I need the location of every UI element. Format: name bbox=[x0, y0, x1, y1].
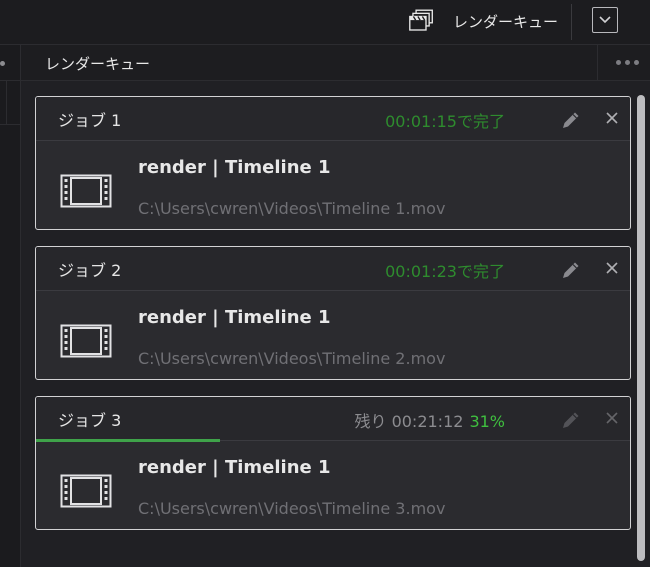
panel-title: レンダーキュー bbox=[45, 55, 151, 73]
job-title: render | Timeline 1 bbox=[138, 307, 331, 328]
job-header: ジョブ 3 残り 00:21:12 31% bbox=[36, 397, 630, 441]
panel-header-divider bbox=[597, 45, 598, 80]
job-output-path: C:\Users\cwren\Videos\Timeline 3.mov bbox=[138, 499, 446, 518]
left-panel-edge bbox=[0, 45, 21, 567]
job-status: 00:01:15で完了 bbox=[385, 112, 505, 131]
top-toolbar: レンダーキュー bbox=[0, 0, 650, 45]
render-queue-panel: レンダーキュー ジョブ 1 00:01:15で完了 render | Timel… bbox=[21, 45, 650, 567]
more-dots-icon bbox=[615, 59, 621, 65]
render-queue-window: レンダーキュー レンダーキュー ジョブ 1 00:01:15で完了 render… bbox=[0, 0, 650, 567]
job-header: ジョブ 2 00:01:23で完了 bbox=[36, 247, 630, 291]
job-output-path: C:\Users\cwren\Videos\Timeline 1.mov bbox=[138, 199, 446, 218]
panel-header: レンダーキュー bbox=[21, 45, 650, 81]
film-strip-icon bbox=[60, 324, 112, 358]
job-body: render | Timeline 1 C:\Users\cwren\Video… bbox=[36, 141, 630, 229]
job-body: render | Timeline 1 C:\Users\cwren\Video… bbox=[36, 441, 630, 529]
pencil-icon bbox=[563, 412, 579, 428]
render-queue-toolbar-label: レンダーキュー bbox=[452, 12, 558, 31]
render-job-card[interactable]: ジョブ 1 00:01:15で完了 render | Timeline 1 C:… bbox=[35, 96, 631, 230]
job-title: render | Timeline 1 bbox=[138, 457, 331, 478]
film-strip-icon bbox=[60, 174, 112, 208]
job-body: render | Timeline 1 C:\Users\cwren\Video… bbox=[36, 291, 630, 379]
job-name: ジョブ 3 bbox=[58, 411, 122, 430]
left-panel-options-dot[interactable] bbox=[0, 61, 5, 66]
left-panel-divider-2 bbox=[0, 124, 20, 125]
job-name: ジョブ 2 bbox=[58, 261, 122, 280]
chevron-down-icon bbox=[599, 16, 611, 24]
close-icon[interactable] bbox=[604, 260, 620, 276]
job-header: ジョブ 1 00:01:15で完了 bbox=[36, 97, 630, 141]
more-dots-icon bbox=[624, 59, 630, 65]
job-time-remaining: 残り 00:21:12 bbox=[354, 412, 464, 431]
left-panel-divider bbox=[0, 80, 20, 81]
toolbar-dropdown-button[interactable] bbox=[592, 7, 618, 33]
job-percent: 31% bbox=[469, 412, 505, 431]
more-dots-icon bbox=[633, 59, 639, 65]
render-job-card[interactable]: ジョブ 2 00:01:23で完了 render | Timeline 1 C:… bbox=[35, 246, 631, 380]
render-queue-toolbar-button[interactable]: レンダーキュー bbox=[408, 6, 558, 36]
film-strip-icon bbox=[60, 474, 112, 508]
render-job-card[interactable]: ジョブ 3 残り 00:21:12 31% render | Timeline … bbox=[35, 396, 631, 530]
vertical-scrollbar[interactable] bbox=[637, 95, 645, 561]
left-panel-column-line bbox=[6, 81, 7, 124]
more-options-button[interactable] bbox=[611, 53, 643, 71]
pencil-icon[interactable] bbox=[560, 259, 582, 281]
job-progress-status: 残り 00:21:12 31% bbox=[354, 408, 505, 432]
close-icon[interactable] bbox=[604, 110, 620, 126]
job-status: 00:01:23で完了 bbox=[385, 262, 505, 281]
clapperboard-stack-icon bbox=[409, 9, 433, 31]
job-output-path: C:\Users\cwren\Videos\Timeline 2.mov bbox=[138, 349, 446, 368]
toolbar-divider bbox=[571, 4, 572, 40]
close-icon bbox=[606, 412, 618, 424]
pencil-icon[interactable] bbox=[560, 109, 582, 131]
job-name: ジョブ 1 bbox=[58, 111, 122, 130]
job-title: render | Timeline 1 bbox=[138, 157, 331, 178]
